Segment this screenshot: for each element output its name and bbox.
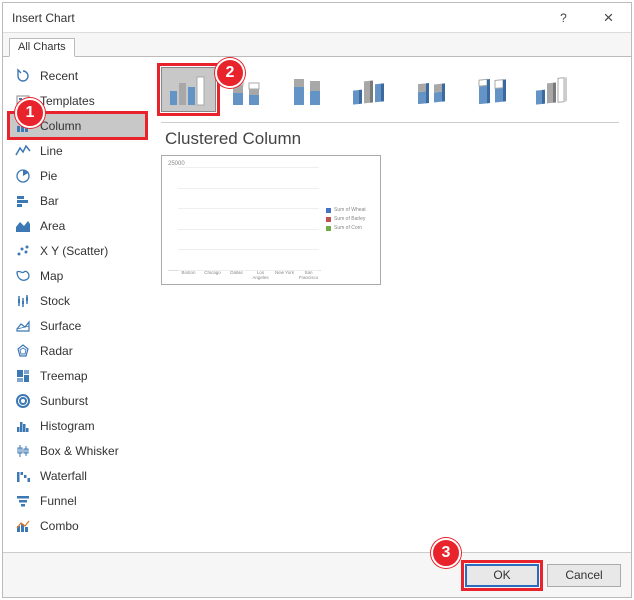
legend-item: Sum of Wheat — [326, 207, 374, 213]
histogram-icon — [13, 416, 33, 436]
chart-subtype-2[interactable] — [283, 67, 338, 112]
legend-item: Sum of Barley — [326, 216, 374, 222]
help-icon: ? — [560, 11, 567, 25]
sidebar-item-label: Pie — [40, 169, 57, 183]
sidebar-item-column[interactable]: Column — [9, 113, 146, 138]
chart-subtype-strip — [161, 67, 619, 123]
subtype-name: Clustered Column — [165, 129, 619, 149]
sidebar-item-label: Recent — [40, 69, 78, 83]
sidebar-item-histogram[interactable]: Histogram — [9, 413, 146, 438]
sidebar-item-label: Waterfall — [40, 469, 87, 483]
area-icon — [13, 216, 33, 236]
sidebar-item-label: Column — [40, 119, 81, 133]
sidebar-item-label: Map — [40, 269, 63, 283]
close-button[interactable]: × — [586, 3, 631, 32]
cancel-button-label: Cancel — [565, 568, 602, 582]
sidebar-item-map[interactable]: Map — [9, 263, 146, 288]
sidebar-item-bar[interactable]: Bar — [9, 188, 146, 213]
sidebar-item-label: Radar — [40, 344, 73, 358]
close-icon: × — [604, 8, 614, 28]
sidebar-item-label: Sunburst — [40, 394, 88, 408]
main-panel: 2 Clustered Column 25000 Sum of WheatSum… — [149, 57, 631, 552]
x-label: Boston — [178, 271, 199, 280]
surface-icon — [13, 316, 33, 336]
chart-subtype-5[interactable] — [466, 67, 521, 112]
ok-button-label: OK — [493, 568, 510, 582]
help-button[interactable]: ? — [541, 3, 586, 32]
sidebar-item-label: Templates — [40, 94, 95, 108]
chart-subtype-4[interactable] — [405, 67, 460, 112]
window-title: Insert Chart — [12, 11, 75, 25]
insert-chart-dialog: Insert Chart ? × All Charts 1 RecentTemp… — [2, 2, 632, 598]
sidebar-item-area[interactable]: Area — [9, 213, 146, 238]
chart-category-sidebar: 1 RecentTemplatesColumnLinePieBarAreaX Y… — [3, 57, 149, 552]
sidebar-item-label: Treemap — [40, 369, 88, 383]
sidebar-item-treemap[interactable]: Treemap — [9, 363, 146, 388]
titlebar: Insert Chart ? × — [3, 3, 631, 33]
x-axis-labels: BostonChicagoDallasLos AngelesNew YorkSa… — [168, 271, 374, 280]
combo-icon — [13, 516, 33, 536]
templates-icon — [13, 91, 33, 111]
sidebar-item-pie[interactable]: Pie — [9, 163, 146, 188]
sidebar-item-templates[interactable]: Templates — [9, 88, 146, 113]
chart-subtype-0[interactable] — [161, 67, 216, 112]
sidebar-item-label: Funnel — [40, 494, 77, 508]
tab-all-charts[interactable]: All Charts — [9, 38, 75, 57]
sidebar-item-label: Combo — [40, 519, 79, 533]
sidebar-item-label: X Y (Scatter) — [40, 244, 108, 258]
sidebar-item-surface[interactable]: Surface — [9, 313, 146, 338]
sidebar-item-label: Surface — [40, 319, 81, 333]
grid-lines — [178, 167, 319, 270]
bar-icon — [13, 191, 33, 211]
preview-plot-area — [168, 167, 321, 271]
dialog-footer: 3 OK Cancel — [3, 552, 631, 597]
sidebar-item-scatter[interactable]: X Y (Scatter) — [9, 238, 146, 263]
x-label: Dallas — [226, 271, 247, 280]
pie-icon — [13, 166, 33, 186]
cancel-button[interactable]: Cancel — [547, 564, 621, 587]
stock-icon — [13, 291, 33, 311]
sidebar-item-label: Line — [40, 144, 63, 158]
sidebar-item-label: Stock — [40, 294, 70, 308]
sidebar-item-line[interactable]: Line — [9, 138, 146, 163]
sidebar-item-sunburst[interactable]: Sunburst — [9, 388, 146, 413]
sunburst-icon — [13, 391, 33, 411]
ok-button[interactable]: OK — [465, 564, 539, 587]
radar-icon — [13, 341, 33, 361]
preview-chart: Sum of Wheat Sum of Barley Sum of Corn — [168, 167, 374, 271]
chart-subtype-3[interactable] — [344, 67, 399, 112]
recent-icon — [13, 66, 33, 86]
sidebar-item-funnel[interactable]: Funnel — [9, 488, 146, 513]
waterfall-icon — [13, 466, 33, 486]
sidebar-item-label: Bar — [40, 194, 59, 208]
legend-item: Sum of Corn — [326, 225, 374, 231]
sidebar-item-recent[interactable]: Recent — [9, 63, 146, 88]
sidebar-item-label: Area — [40, 219, 65, 233]
preview-legend: Sum of Wheat Sum of Barley Sum of Corn — [321, 167, 374, 271]
chart-subtype-1[interactable] — [222, 67, 277, 112]
x-label: San Francisco — [298, 271, 319, 280]
x-label: Los Angeles — [250, 271, 271, 280]
sidebar-item-combo[interactable]: Combo — [9, 513, 146, 538]
x-label: Chicago — [202, 271, 223, 280]
sidebar-item-radar[interactable]: Radar — [9, 338, 146, 363]
sidebar-item-box[interactable]: Box & Whisker — [9, 438, 146, 463]
window-controls: ? × — [541, 3, 631, 32]
x-label: New York — [274, 271, 295, 280]
funnel-icon — [13, 491, 33, 511]
treemap-icon — [13, 366, 33, 386]
column-icon — [13, 116, 33, 136]
sidebar-item-waterfall[interactable]: Waterfall — [9, 463, 146, 488]
map-icon — [13, 266, 33, 286]
box-icon — [13, 441, 33, 461]
content-area: 1 RecentTemplatesColumnLinePieBarAreaX Y… — [3, 57, 631, 552]
sidebar-item-stock[interactable]: Stock — [9, 288, 146, 313]
sidebar-item-label: Histogram — [40, 419, 95, 433]
chart-preview[interactable]: 25000 Sum of WheatSum of BarleySum of Co… — [161, 155, 381, 285]
line-icon — [13, 141, 33, 161]
tabstrip: All Charts — [3, 33, 631, 57]
scatter-icon — [13, 241, 33, 261]
sidebar-item-label: Box & Whisker — [40, 444, 119, 458]
chart-subtype-6[interactable] — [527, 67, 582, 112]
